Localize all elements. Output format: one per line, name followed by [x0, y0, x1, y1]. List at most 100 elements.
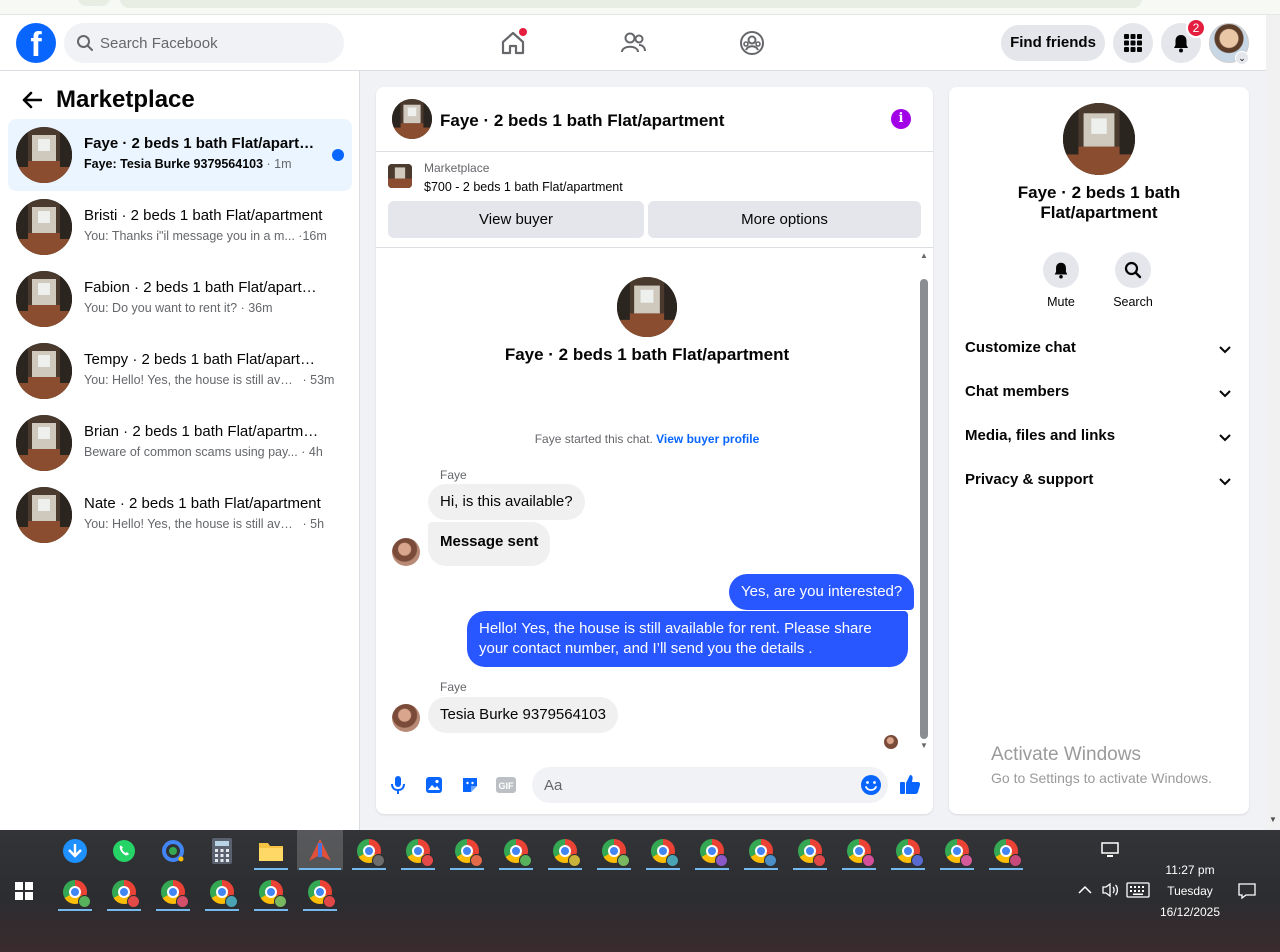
chrome-icon[interactable] [105, 873, 143, 911]
conversation-item[interactable]: Fabion · 2 beds 1 bath Flat/apartment Yo… [8, 263, 352, 335]
mute-button[interactable]: Mute [1031, 252, 1091, 309]
chrome-icon[interactable] [399, 832, 437, 870]
home-icon[interactable] [495, 25, 531, 61]
chrome-icon[interactable] [546, 832, 584, 870]
app-icon-blue[interactable] [56, 832, 94, 870]
system-clock[interactable]: 11:27 pm Tuesday 16/12/2025 [1150, 860, 1230, 923]
chat-scrollbar[interactable]: ▲ ▼ [919, 251, 929, 751]
chrome-icon[interactable] [448, 832, 486, 870]
search-chat-button[interactable]: Search [1103, 252, 1163, 309]
page-scrollbar[interactable]: ▼ [1266, 15, 1280, 830]
info-icon[interactable]: i [891, 109, 911, 129]
file-explorer-icon[interactable] [252, 832, 290, 870]
chrome-icon[interactable] [56, 873, 94, 911]
gallery-icon[interactable] [423, 774, 445, 796]
message-bubble-outgoing[interactable]: Hello! Yes, the house is still available… [467, 611, 908, 667]
search-icon [76, 34, 94, 57]
listing-thumbnail[interactable] [388, 164, 412, 188]
marketplace-sidebar: Marketplace Faye · 2 beds 1 bath Flat/ap… [0, 71, 360, 830]
conversation-item[interactable]: Brian · 2 beds 1 bath Flat/apartment Bew… [8, 407, 352, 479]
address-bar[interactable] [120, 0, 1142, 8]
chrome-icon[interactable] [595, 832, 633, 870]
chat-members-section[interactable]: Chat members [965, 371, 1233, 415]
menu-grid-icon[interactable] [1113, 23, 1153, 63]
chrome-icon[interactable] [840, 832, 878, 870]
message-thread[interactable]: Faye · 2 beds 1 bath Flat/apartment Faye… [376, 249, 933, 757]
whatsapp-icon[interactable] [105, 832, 143, 870]
chrome-icon[interactable] [742, 832, 780, 870]
listing-card: Marketplace $700 - 2 beds 1 bath Flat/ap… [376, 152, 933, 248]
view-buyer-button[interactable]: View buyer [388, 201, 644, 238]
chrome-icon[interactable] [938, 832, 976, 870]
conversation-snippet: You: Do you want to rent it? · 36m [84, 301, 273, 315]
gif-icon[interactable]: GIF [495, 774, 517, 796]
conversation-title: Faye · 2 beds 1 bath Flat/apartment [84, 135, 324, 152]
desktop-icon[interactable] [1101, 842, 1119, 861]
search-input[interactable] [100, 23, 330, 63]
back-arrow-icon[interactable] [20, 88, 44, 112]
message-bubble-incoming[interactable]: Hi, is this available? [428, 484, 585, 520]
chrome-icon[interactable] [987, 832, 1025, 870]
message-bubble-incoming[interactable]: Tesia Burke 9379564103 [428, 697, 618, 733]
groups-icon[interactable] [734, 25, 770, 61]
sticker-icon[interactable] [459, 774, 481, 796]
privacy-support-section[interactable]: Privacy & support [965, 459, 1233, 503]
conversation-list: Faye · 2 beds 1 bath Flat/apartment Faye… [8, 119, 352, 551]
chevron-down-icon [1219, 341, 1231, 359]
conversation-title: Bristi · 2 beds 1 bath Flat/apartment [84, 207, 323, 224]
conversation-item[interactable]: Bristi · 2 beds 1 bath Flat/apartment Yo… [8, 191, 352, 263]
facebook-logo-icon[interactable]: f [16, 23, 56, 63]
chevron-down-icon[interactable]: ⌄ [1235, 51, 1249, 65]
chrome-icon[interactable] [497, 832, 535, 870]
volume-icon[interactable] [1101, 882, 1119, 901]
show-hidden-icons-chevron-icon[interactable] [1078, 882, 1092, 898]
keyboard-icon[interactable] [1126, 882, 1150, 901]
conversation-item[interactable]: Tempy · 2 beds 1 bath Flat/apartment You… [8, 335, 352, 407]
windows-start-icon[interactable] [15, 882, 33, 900]
calculator-icon[interactable] [203, 832, 241, 870]
microphone-icon[interactable] [387, 774, 409, 796]
emoji-icon[interactable] [860, 774, 882, 801]
chat-title[interactable]: Faye · 2 beds 1 bath Flat/apartment [440, 111, 724, 131]
message-composer: GIF [376, 757, 933, 814]
chrome-icon[interactable] [301, 873, 339, 911]
chrome-icon[interactable] [203, 873, 241, 911]
thumbs-up-icon[interactable] [899, 773, 921, 795]
chrome-icon[interactable] [350, 832, 388, 870]
scrollbar-thumb[interactable] [920, 279, 928, 739]
chrome-icon[interactable] [252, 873, 290, 911]
listing-thumbnail [16, 271, 72, 327]
message-bubble-outgoing[interactable]: Yes, are you interested? [729, 574, 915, 610]
chat-header-thumbnail[interactable] [392, 99, 432, 139]
search-box[interactable] [64, 23, 344, 63]
chrome-icon[interactable] [889, 832, 927, 870]
conversation-item[interactable]: Faye · 2 beds 1 bath Flat/apartment Faye… [8, 119, 352, 191]
sender-avatar[interactable] [392, 538, 420, 566]
chrome-icon[interactable] [154, 873, 192, 911]
app-icon-active[interactable] [297, 830, 343, 870]
conversation-time: · 4h [301, 445, 323, 459]
google-lens-icon[interactable] [154, 832, 192, 870]
chat-started-note: Faye started this chat. View buyer profi… [534, 432, 760, 446]
find-friends-button[interactable]: Find friends [1001, 25, 1105, 61]
friends-icon[interactable] [615, 25, 651, 61]
listing-price[interactable]: $700 - 2 beds 1 bath Flat/apartment [424, 180, 623, 194]
view-buyer-profile-link[interactable]: View buyer profile [656, 432, 759, 446]
media-files-links-section[interactable]: Media, files and links [965, 415, 1233, 459]
message-input[interactable] [544, 767, 844, 803]
conversation-item[interactable]: Nate · 2 beds 1 bath Flat/apartment You:… [8, 479, 352, 551]
chat-header: Faye · 2 beds 1 bath Flat/apartment i [376, 87, 933, 152]
more-options-button[interactable]: More options [648, 201, 921, 238]
browser-button[interactable] [78, 0, 110, 6]
action-center-icon[interactable] [1238, 882, 1256, 903]
chrome-icon[interactable] [693, 832, 731, 870]
message-bubble-incoming[interactable]: Message sent [428, 522, 551, 566]
customize-chat-section[interactable]: Customize chat [965, 327, 1233, 371]
info-thumbnail [1063, 103, 1135, 175]
conversation-snippet: You: Thanks i"il message you in a m... ·… [84, 229, 327, 243]
chrome-icon[interactable] [791, 832, 829, 870]
message-input-box[interactable] [532, 767, 888, 803]
notification-count-badge: 2 [1186, 18, 1206, 38]
chrome-icon[interactable] [644, 832, 682, 870]
sender-avatar[interactable] [392, 704, 420, 732]
